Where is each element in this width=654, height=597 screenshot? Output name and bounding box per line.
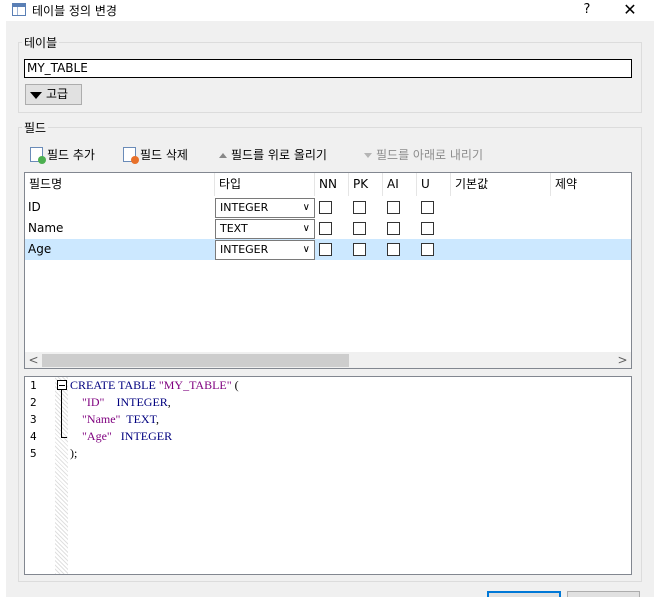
table-name-input[interactable]: MY_TABLE bbox=[24, 59, 632, 78]
nn-checkbox[interactable] bbox=[319, 201, 332, 214]
line-number: 3 bbox=[30, 413, 37, 426]
table-group-label: 테이블 bbox=[22, 34, 60, 51]
fold-guide bbox=[61, 390, 62, 438]
scrollbar-thumb[interactable] bbox=[42, 354, 349, 367]
move-down-button[interactable]: 필드를 아래로 내리기 bbox=[364, 146, 483, 164]
type-select[interactable]: TEXT ∨ bbox=[215, 219, 315, 239]
code-token: TEXT bbox=[120, 412, 157, 426]
fold-collapse-icon[interactable] bbox=[57, 380, 67, 390]
type-select[interactable]: INTEGER ∨ bbox=[215, 240, 315, 260]
move-up-label: 필드를 위로 올리기 bbox=[231, 148, 327, 162]
advanced-button-label: 고급 bbox=[46, 87, 69, 101]
column-header-default[interactable]: 기본값 bbox=[451, 173, 551, 196]
table-row-selected[interactable]: Age INTEGER ∨ bbox=[25, 239, 631, 260]
scroll-left-button[interactable]: < bbox=[25, 352, 42, 368]
type-select-value: INTEGER bbox=[220, 243, 269, 256]
code-line: "Age" INTEGER bbox=[70, 428, 172, 445]
triangle-down-icon bbox=[30, 92, 42, 99]
line-number: 5 bbox=[30, 447, 37, 460]
code-token: INTEGER bbox=[111, 429, 173, 443]
delete-field-icon bbox=[123, 147, 139, 164]
fold-guide-end bbox=[61, 437, 67, 438]
nn-checkbox[interactable] bbox=[319, 243, 332, 256]
nn-checkbox[interactable] bbox=[319, 222, 332, 235]
fields-grid[interactable]: 필드명 타입 NN PK AI U 기본값 제약 ID INTEGER ∨ Nam… bbox=[24, 172, 632, 369]
code-line: CREATE TABLE "MY_TABLE" ( bbox=[70, 377, 239, 394]
fields-group-label: 필드 bbox=[22, 119, 49, 136]
code-token: "Name" bbox=[70, 412, 121, 426]
column-header-pk[interactable]: PK bbox=[349, 173, 383, 196]
ai-checkbox[interactable] bbox=[387, 243, 400, 256]
code-token: , bbox=[167, 395, 171, 409]
chevron-down-icon: ∨ bbox=[302, 202, 310, 213]
add-field-label: 필드 추가 bbox=[47, 148, 95, 162]
column-header-name[interactable]: 필드명 bbox=[25, 173, 215, 196]
code-token: "ID" bbox=[70, 395, 105, 409]
type-select-value: TEXT bbox=[220, 222, 248, 235]
arrow-down-icon bbox=[364, 153, 372, 158]
pk-checkbox[interactable] bbox=[353, 201, 366, 214]
ok-button[interactable] bbox=[487, 591, 561, 597]
code-token: INTEGER bbox=[104, 395, 168, 409]
table-row[interactable]: Name TEXT ∨ bbox=[25, 218, 631, 239]
arrow-up-icon bbox=[219, 153, 227, 158]
sql-preview-editor[interactable]: 1 2 3 4 5 CREATE TABLE "MY_TABLE" ( "ID"… bbox=[24, 376, 632, 575]
advanced-button[interactable]: 고급 bbox=[25, 84, 82, 105]
ai-checkbox[interactable] bbox=[387, 222, 400, 235]
type-select-value: INTEGER bbox=[220, 201, 269, 214]
column-header-type[interactable]: 타입 bbox=[215, 173, 315, 196]
window-edge bbox=[0, 21, 6, 597]
help-button[interactable]: ? bbox=[576, 0, 598, 20]
window-title: 테이블 정의 변경 bbox=[32, 4, 117, 18]
horizontal-scrollbar[interactable]: < > bbox=[25, 352, 631, 368]
field-name-cell[interactable]: ID bbox=[25, 197, 215, 218]
add-field-icon bbox=[30, 147, 46, 164]
field-name-cell[interactable]: Name bbox=[25, 218, 215, 239]
code-token: "MY_TABLE" bbox=[158, 378, 232, 392]
type-select[interactable]: INTEGER ∨ bbox=[215, 198, 315, 218]
chevron-down-icon: ∨ bbox=[302, 244, 310, 255]
table-icon bbox=[12, 3, 26, 16]
column-header-nn[interactable]: NN bbox=[315, 173, 349, 196]
u-checkbox[interactable] bbox=[421, 222, 434, 235]
u-checkbox[interactable] bbox=[421, 201, 434, 214]
table-row[interactable]: ID INTEGER ∨ bbox=[25, 197, 631, 218]
move-down-label: 필드를 아래로 내리기 bbox=[376, 148, 483, 162]
scroll-right-button[interactable]: > bbox=[614, 352, 631, 368]
pk-checkbox[interactable] bbox=[353, 243, 366, 256]
u-checkbox[interactable] bbox=[421, 243, 434, 256]
column-header-ai[interactable]: AI bbox=[383, 173, 417, 196]
close-button[interactable]: ✕ bbox=[618, 0, 642, 20]
code-token: ); bbox=[70, 446, 78, 460]
title-bar: 테이블 정의 변경 ? ✕ bbox=[0, 0, 654, 21]
code-token: , bbox=[156, 412, 160, 426]
code-line: "Name" TEXT, bbox=[70, 411, 159, 428]
cancel-button[interactable] bbox=[567, 591, 640, 597]
move-up-button[interactable]: 필드를 위로 올리기 bbox=[219, 146, 327, 164]
column-header-constraint[interactable]: 제약 bbox=[551, 173, 631, 196]
line-number-gutter: 1 2 3 4 5 bbox=[25, 377, 68, 574]
code-token: ( bbox=[231, 378, 239, 392]
line-number: 4 bbox=[30, 430, 37, 443]
code-line: "ID" INTEGER, bbox=[70, 394, 171, 411]
pk-checkbox[interactable] bbox=[353, 222, 366, 235]
add-field-button[interactable]: 필드 추가 bbox=[30, 146, 95, 164]
field-name-cell[interactable]: Age bbox=[25, 239, 215, 260]
line-number: 1 bbox=[30, 379, 37, 392]
delete-field-label: 필드 삭제 bbox=[140, 148, 188, 162]
code-line: ); bbox=[70, 445, 77, 462]
code-token: "Age" bbox=[70, 429, 112, 443]
delete-field-button[interactable]: 필드 삭제 bbox=[123, 146, 188, 164]
column-header-u[interactable]: U bbox=[417, 173, 451, 196]
chevron-down-icon: ∨ bbox=[302, 223, 310, 234]
code-token: CREATE TABLE bbox=[70, 378, 159, 392]
line-number: 2 bbox=[30, 396, 37, 409]
ai-checkbox[interactable] bbox=[387, 201, 400, 214]
